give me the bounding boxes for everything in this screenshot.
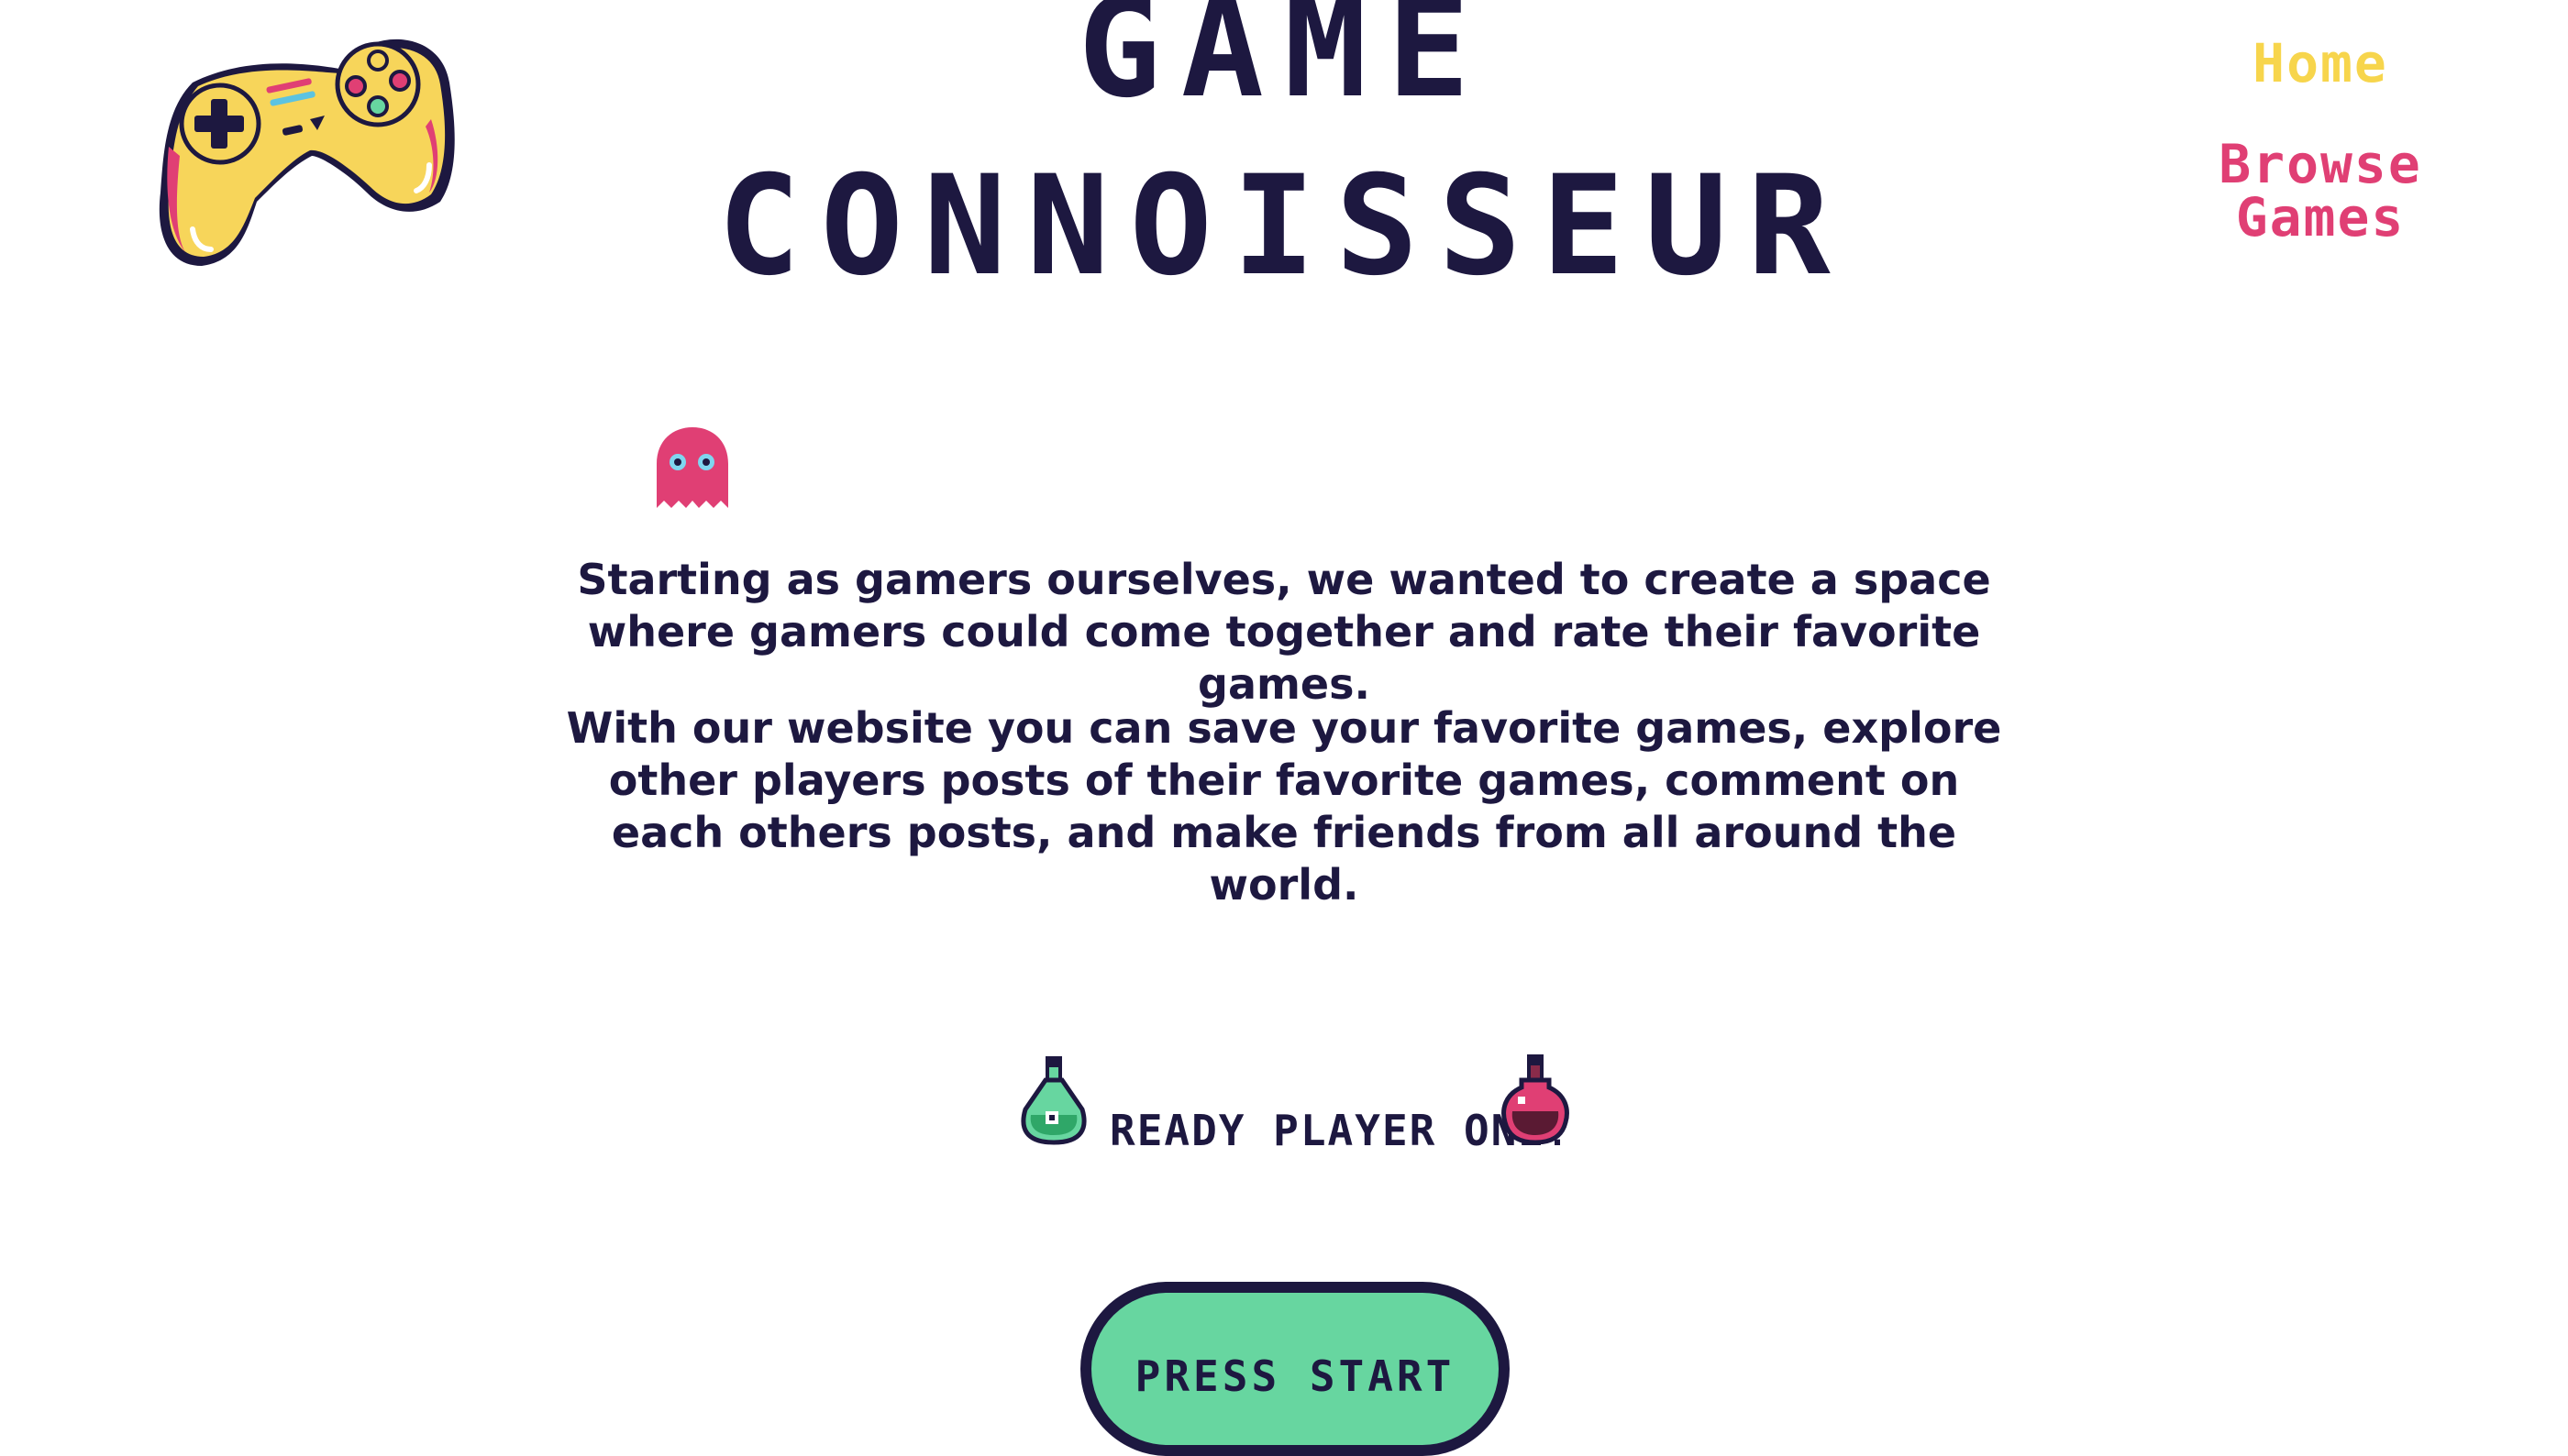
ready-player-row: READY PLAYER ONE? [1018, 1045, 1571, 1164]
red-potion-icon [1501, 1054, 1569, 1144]
nav-link-browse-games[interactable]: Browse Games [2119, 138, 2522, 244]
nav-link-home[interactable]: Home [2119, 37, 2522, 90]
ghost-icon [653, 424, 732, 512]
green-potion-icon [1021, 1056, 1087, 1145]
intro-paragraph-2: With our website you can save your favor… [566, 703, 2002, 910]
main-nav: Home Browse Games [2119, 37, 2522, 244]
intro-paragraph-1: Starting as gamers ourselves, we wanted … [577, 555, 1991, 709]
press-start-button[interactable]: PRESS START [1080, 1282, 1510, 1456]
press-start-label: PRESS START [1135, 1351, 1456, 1401]
